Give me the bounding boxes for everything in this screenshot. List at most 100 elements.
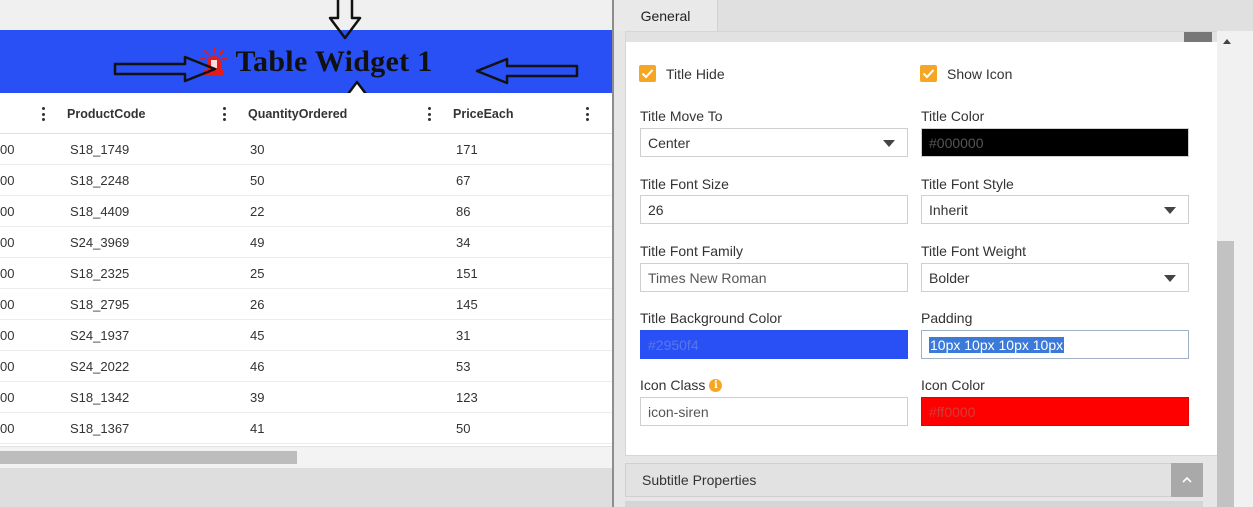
info-icon[interactable]: i: [709, 378, 723, 392]
subtitle-toggle-button[interactable]: [1171, 463, 1203, 497]
icon-color-input[interactable]: #ff0000: [921, 397, 1189, 426]
title-font-family-field: Title Font Family: [640, 241, 743, 261]
panel-collapse-button[interactable]: [1184, 32, 1212, 42]
table-cell: 00: [0, 266, 15, 281]
title-font-weight-select[interactable]: Bolder: [921, 263, 1189, 292]
table-cell: 25: [250, 266, 265, 281]
table-cell: 50: [250, 173, 265, 188]
table-cell: 30: [250, 142, 265, 157]
column-menu-icon[interactable]: [427, 107, 431, 121]
title-font-weight-field: Title Font Weight: [921, 241, 1026, 261]
title-color-value: #000000: [929, 134, 984, 151]
show-icon-checkbox[interactable]: [920, 65, 937, 82]
table-cell: 39: [250, 390, 265, 405]
title-hide-checkbox[interactable]: [639, 65, 656, 82]
vertical-scrollbar-thumb[interactable]: [1217, 241, 1234, 507]
title-font-family-label: Title Font Family: [640, 243, 743, 259]
icon-color-label: Icon Color: [921, 377, 985, 393]
app-root: Table Widget 1 ProductCode QuantityOrder…: [0, 0, 1253, 507]
title-font-style-select[interactable]: Inherit: [921, 195, 1189, 224]
title-move-to-value: Center: [648, 134, 691, 151]
title-bg-color-value: #2950f4: [648, 336, 699, 353]
table-cell: 00: [0, 359, 15, 374]
table-cell: 00: [0, 297, 15, 312]
table-cell: S18_1342: [70, 390, 130, 405]
show-icon-field[interactable]: Show Icon: [920, 65, 1012, 82]
settings-pane: General Title Hide Show Icon Title Move …: [614, 0, 1253, 507]
scroll-up-icon[interactable]: [1223, 39, 1231, 44]
table-cell: 86: [456, 204, 471, 219]
column-menu-icon[interactable]: [585, 107, 589, 121]
icon-color-field: Icon Color: [921, 375, 985, 395]
chevron-down-icon: [883, 140, 895, 147]
horizontal-scrollbar[interactable]: [0, 446, 612, 468]
table-cell: 53: [456, 359, 471, 374]
table-row[interactable]: 00 S18_4409 22 86: [0, 196, 612, 227]
table-cell: S18_2795: [70, 297, 130, 312]
table-row[interactable]: 00 S18_2248 50 67: [0, 165, 612, 196]
table-cell: 45: [250, 328, 265, 343]
table-cell: 67: [456, 173, 471, 188]
table-cell: 31: [456, 328, 471, 343]
vertical-scrollbar[interactable]: [1217, 31, 1253, 507]
table-row[interactable]: 00 S18_2795 26 145: [0, 289, 612, 320]
table-row[interactable]: 00 S24_2022 46 53: [0, 351, 612, 382]
title-hide-field[interactable]: Title Hide: [639, 65, 725, 82]
table-cell: 49: [250, 235, 265, 250]
tab-strip: General: [614, 0, 1253, 31]
title-move-to-label: Title Move To: [640, 108, 723, 124]
table-cell: S18_4409: [70, 204, 130, 219]
table-row[interactable]: 00 S24_3969 49 34: [0, 227, 612, 258]
title-color-input[interactable]: #000000: [921, 128, 1189, 157]
table-cell: S18_1749: [70, 142, 130, 157]
table-cell: 46: [250, 359, 265, 374]
horizontal-scrollbar-thumb[interactable]: [0, 451, 297, 464]
column-menu-icon[interactable]: [41, 107, 45, 121]
title-font-size-field: Title Font Size: [640, 174, 729, 194]
title-font-size-value: 26: [648, 201, 664, 218]
table-cell: 00: [0, 204, 15, 219]
title-bg-color-input[interactable]: #2950f4: [640, 330, 908, 359]
table-cell: 34: [456, 235, 471, 250]
padding-label: Padding: [921, 310, 973, 326]
table-row[interactable]: 00 S18_1342 39 123: [0, 382, 612, 413]
icon-class-label-row: Icon Class i: [640, 375, 723, 395]
column-menu-icon[interactable]: [222, 107, 226, 121]
table-cell: S24_2022: [70, 359, 130, 374]
table-cell: 171: [456, 142, 478, 157]
title-font-size-input[interactable]: 26: [640, 195, 908, 224]
widget-title-group: Table Widget 1: [199, 45, 432, 79]
widget-title: Table Widget 1: [235, 44, 433, 78]
title-font-family-input[interactable]: Times New Roman: [640, 263, 908, 292]
subtitle-properties-header[interactable]: Subtitle Properties: [625, 463, 1203, 497]
title-font-weight-value: Bolder: [929, 269, 970, 286]
table-cell: 123: [456, 390, 478, 405]
arrow-right-icon: [113, 55, 217, 83]
arrow-left-icon: [475, 57, 579, 85]
table-row[interactable]: 00 S18_1749 30 171: [0, 134, 612, 165]
table-cell: S24_3969: [70, 235, 130, 250]
title-color-label: Title Color: [921, 108, 985, 124]
padding-field: Padding: [921, 308, 972, 328]
title-move-to-select[interactable]: Center: [640, 128, 908, 157]
tab-general[interactable]: General: [614, 0, 718, 31]
chevron-up-icon: [1182, 476, 1192, 483]
title-bg-color-label: Title Background Color: [640, 310, 782, 326]
title-properties-panel: Title Hide Show Icon Title Move To Cente…: [625, 31, 1219, 456]
column-header-productcode[interactable]: ProductCode: [67, 93, 145, 134]
icon-class-field: Icon Class i: [640, 375, 723, 395]
column-header-priceeach[interactable]: PriceEach: [453, 93, 513, 134]
title-move-to-field: Title Move To: [640, 106, 722, 126]
table-row[interactable]: 00 S24_1937 45 31: [0, 320, 612, 351]
table-row[interactable]: 00 S18_2325 25 151: [0, 258, 612, 289]
padding-input[interactable]: 10px 10px 10px 10px: [921, 330, 1189, 359]
column-header-quantityordered[interactable]: QuantityOrdered: [248, 93, 347, 134]
icon-class-value: icon-siren: [648, 403, 709, 420]
icon-class-input[interactable]: icon-siren: [640, 397, 908, 426]
table-row[interactable]: 00 S18_1367 41 50: [0, 413, 612, 444]
widget-preview: Table Widget 1 ProductCode QuantityOrder…: [0, 0, 612, 507]
table-cell: 00: [0, 235, 15, 250]
table-cell: S18_2325: [70, 266, 130, 281]
title-color-field: Title Color: [921, 106, 984, 126]
title-font-weight-label: Title Font Weight: [921, 243, 1027, 259]
